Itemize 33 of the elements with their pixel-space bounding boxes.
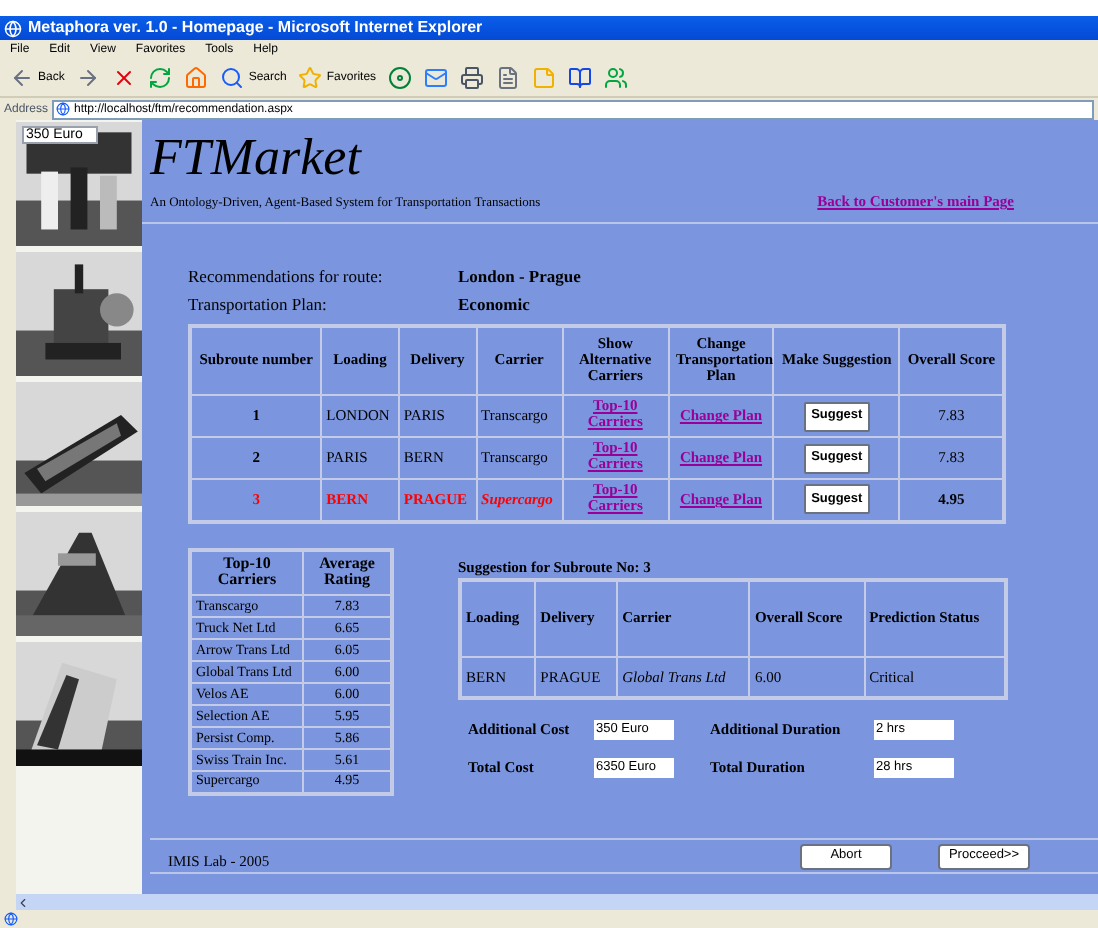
route-value: London - Prague — [458, 267, 581, 284]
site-title: FTMarket — [150, 132, 364, 184]
horizontal-scrollbar[interactable] — [16, 894, 1098, 910]
toolbar-button[interactable] — [566, 66, 595, 90]
mail-icon — [424, 66, 449, 90]
toolbar-button[interactable] — [422, 66, 451, 90]
refresh-icon — [148, 66, 173, 90]
window-title: Metaphora ver. 1.0 - Homepage - Microsoft Internet Explorer — [28, 20, 483, 36]
page-icon — [4, 912, 18, 926]
toolbar-button[interactable] — [494, 66, 523, 90]
toolbar-button[interactable] — [458, 66, 487, 90]
toolbar-button[interactable] — [146, 66, 175, 90]
plan-value: Economic — [458, 296, 530, 313]
forward-icon — [76, 66, 101, 90]
toolbar-button[interactable] — [386, 66, 415, 90]
home-icon — [184, 66, 209, 90]
back-icon — [10, 66, 34, 90]
page-icon — [56, 102, 71, 116]
plan-label: Transportation Plan: — [188, 296, 329, 313]
stop-icon — [112, 66, 137, 90]
book-icon — [568, 66, 593, 90]
document-icon — [496, 66, 521, 90]
search-icon — [220, 66, 245, 90]
column-header: Top-10 Carriers — [190, 549, 304, 595]
toolbar-button[interactable] — [602, 66, 631, 90]
disc-icon — [388, 66, 413, 90]
route-label: Recommendations for route: — [188, 267, 385, 284]
star-icon — [298, 66, 323, 90]
users-icon — [604, 66, 629, 90]
scroll-left-icon — [16, 895, 30, 909]
printer-icon — [460, 66, 485, 90]
browser-icon — [4, 19, 22, 37]
note-icon — [532, 66, 557, 90]
